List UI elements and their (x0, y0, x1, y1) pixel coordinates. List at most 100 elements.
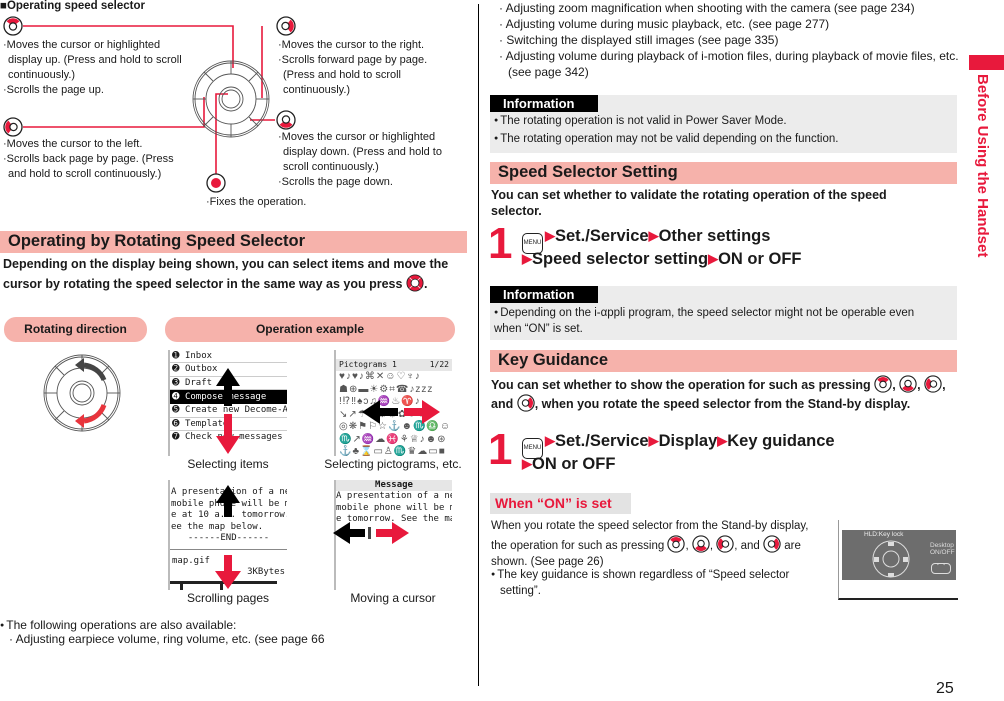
speed-setting-path-line2: ▶Speed selector setting▶ON or OFF (522, 248, 801, 270)
right-key-icon (276, 16, 296, 36)
selector-guide-icon (872, 540, 910, 578)
intro-text: You can set whether to show the operatio… (491, 378, 871, 392)
info-item: The rotating operation is not valid in P… (490, 112, 957, 130)
information-box: Information The rotating operation is no… (490, 95, 957, 153)
up-key-icon (667, 535, 685, 553)
page-number: 25 (936, 680, 954, 697)
right-key-icon (763, 535, 781, 553)
info-text: The rotating operation is not valid in P… (500, 115, 787, 127)
clockwise-arrow-icon (83, 404, 107, 424)
arrow-icon: ▶ (648, 433, 659, 448)
also-available-text: The following operations are also availa… (6, 618, 237, 632)
desc-line: ·Scrolls the page up. (3, 84, 104, 96)
body-text: , and (734, 539, 760, 552)
desc-line: continuously.) (8, 69, 76, 81)
section-title-rotating: Operating by Rotating Speed Selector (0, 231, 467, 253)
also-item: · Switching the displayed still images (… (499, 33, 779, 47)
message-line: mobile phone will be mad (336, 502, 452, 513)
speed-selector-key-icon (406, 274, 424, 292)
arrow-icon: ▶ (545, 433, 555, 448)
down-key-icon (276, 110, 296, 130)
key-guidance-body: When you rotate the speed selector from … (491, 520, 809, 568)
arrow-icon: ▶ (648, 228, 659, 243)
desc-line: ·Scrolls the page down. (278, 176, 393, 188)
also-items-continued: · Adjusting zoom magnification when shoo… (499, 0, 959, 80)
also-item: · Adjusting earpiece volume, ring volume… (9, 632, 325, 646)
left-right-arrows-icon (362, 400, 440, 424)
speed-selector-dial (192, 60, 270, 138)
caption-selecting-pictograms: Selecting pictograms, etc. (324, 457, 462, 471)
desc-line: ·Moves the cursor or highlighted (278, 131, 436, 143)
desc-line: scroll continuously.) (283, 161, 379, 173)
intro-text: , when you rotate the speed selector fro… (534, 397, 911, 411)
side-tab-title: Before Using the Handset (974, 74, 991, 258)
down-key-description: ·Moves the cursor or highlighted display… (278, 130, 468, 190)
when-on-subtitle: When “ON” is set (490, 493, 631, 514)
information-label: Information (490, 95, 598, 112)
key-guidance-panel: HLD:Key lock Desktop ON/OFF ⌒ (842, 530, 956, 580)
up-down-arrows-icon (216, 368, 240, 454)
desc-line: (Press and hold to scroll (283, 69, 401, 81)
info-item: Depending on the i-αppli program, the sp… (490, 303, 957, 337)
also-item: · Adjusting volume during playback of i-… (499, 49, 959, 63)
desc-line: display down. (Press and hold to (283, 146, 442, 158)
menu-path-item: Speed selector setting (532, 250, 709, 268)
desc-line: ·Moves the cursor to the right. (278, 39, 425, 51)
side-tab-marker (969, 55, 1004, 70)
information-label: Information (490, 286, 598, 303)
onoff-label: ON/OFF (930, 549, 955, 556)
end-call-icon: ⌒ (931, 563, 951, 574)
note-text: The key guidance is shown regardless of … (497, 569, 790, 597)
pill-operation-example: Operation example (165, 317, 455, 342)
caption-scrolling-pages: Scrolling pages (186, 591, 270, 605)
key-guidance-path-line2: ▶ON or OFF (522, 453, 615, 475)
key-guidance-note: The key guidance is shown regardless of … (491, 567, 826, 599)
right-key-description: ·Moves the cursor to the right. ·Scrolls… (278, 38, 468, 98)
menu-path-item: ON or OFF (532, 455, 616, 473)
column-divider (478, 4, 480, 686)
left-key-icon (924, 375, 942, 393)
pictogram-header: Pictograms 1 1/22 (336, 359, 452, 371)
rotating-intro: Depending on the display being shown, yo… (3, 256, 465, 292)
also-item: (see page 342) (508, 65, 589, 79)
step-number: 1 (488, 425, 513, 474)
message-line: A presentation of a new (336, 491, 452, 501)
key-guidance-intro: You can set whether to show the operatio… (491, 375, 957, 413)
cursor-left-right-arrows-icon (333, 522, 409, 544)
left-key-description: ·Moves the cursor to the left. ·Scrolls … (3, 137, 203, 182)
right-key-icon (517, 394, 535, 412)
caption-selecting-items: Selecting items (187, 457, 269, 471)
menu-row: ➊ Inbox (170, 350, 287, 364)
desc-line: ·Moves the cursor or highlighted (3, 39, 161, 51)
also-item: · Adjusting zoom magnification when shoo… (499, 1, 915, 15)
info-text: The rotating operation may not be valid … (500, 133, 839, 145)
menu-path-item: ON or OFF (718, 250, 802, 268)
message-title: Message (336, 480, 452, 491)
step-number: 1 (488, 219, 513, 268)
up-key-description: ·Moves the cursor or highlighted display… (3, 38, 203, 98)
rotating-intro-text: Depending on the display being shown, yo… (3, 257, 449, 291)
pictogram-page: 1/22 (429, 360, 449, 369)
counterclockwise-arrow-icon (83, 362, 107, 382)
desc-line: continuously.) (283, 84, 351, 96)
caption-moving-cursor: Moving a cursor (350, 591, 436, 605)
also-item: · Adjusting volume during music playback… (499, 17, 830, 31)
desktop-label: Desktop (930, 542, 954, 549)
down-key-icon (899, 375, 917, 393)
menu-path-item: Other settings (658, 227, 771, 245)
menu-path-item: Display (658, 432, 718, 450)
body-text: When you rotate the speed selector from … (491, 520, 809, 552)
key-guidance-screenshot: HLD:Key lock Desktop ON/OFF ⌒ (838, 520, 958, 600)
menu-path-item: Set./Service (555, 227, 649, 245)
left-key-icon (3, 117, 23, 137)
center-key-icon (206, 173, 226, 193)
info-item: The rotating operation may not be valid … (490, 130, 957, 148)
arrow-icon: ▶ (717, 433, 728, 448)
section-title-speed-selector-setting: Speed Selector Setting (490, 162, 957, 184)
desktop-toggle-label: Desktop ON/OFF (930, 542, 955, 556)
pill-rotating-direction: Rotating direction (4, 317, 147, 342)
speed-setting-intro: You can set whether to validate the rota… (491, 188, 887, 218)
arrow-icon: ▶ (545, 228, 555, 243)
scroll-up-down-arrows-icon (215, 485, 241, 589)
desc-line: ·Scrolls back page by page. (Press (3, 153, 174, 165)
